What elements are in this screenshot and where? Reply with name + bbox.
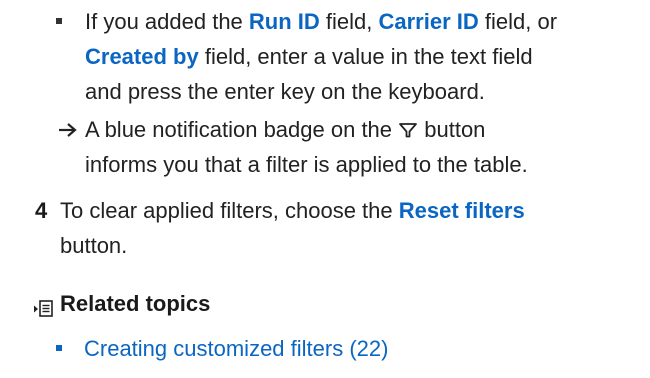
step-line-2: button. bbox=[60, 233, 128, 258]
filter-icon bbox=[398, 113, 418, 138]
step-line-1: To clear applied filters, choose the Res… bbox=[60, 198, 525, 223]
related-link-bullet bbox=[56, 331, 62, 366]
keyword-reset-filters: Reset filters bbox=[398, 198, 525, 223]
keyword-created-by: Created by bbox=[85, 44, 199, 69]
keyword-carrier-id: Carrier ID bbox=[378, 9, 479, 34]
bullet-line-2: Created by field, enter a value in the t… bbox=[85, 44, 533, 69]
result-note: A blue notification badge on the button … bbox=[58, 112, 650, 182]
keyword-run-id: Run ID bbox=[248, 9, 320, 34]
result-line-2: informs you that a filter is applied to … bbox=[85, 152, 528, 177]
arrow-right-icon bbox=[58, 112, 78, 157]
related-topics-header: Related topics bbox=[0, 286, 650, 321]
related-topics-list: Creating customized filters (22) bbox=[0, 331, 650, 366]
related-topics-icon bbox=[34, 294, 54, 329]
related-topics-heading: Related topics bbox=[60, 291, 211, 316]
step-4: 4 To clear applied filters, choose the R… bbox=[0, 193, 650, 263]
related-link-creating-customized-filters[interactable]: Creating customized filters (22) bbox=[84, 331, 388, 366]
result-line-1: A blue notification badge on the button bbox=[85, 112, 650, 147]
related-topics: Related topics Creating customized filte… bbox=[0, 286, 650, 366]
step-number: 4 bbox=[35, 198, 48, 223]
bullet-marker bbox=[56, 4, 62, 39]
bullet-line-3: and press the enter key on the keyboard. bbox=[85, 79, 485, 104]
bullet-line-1: If you added the Run ID field, Carrier I… bbox=[85, 9, 558, 34]
bullet-item-filter-fields: If you added the Run ID field, Carrier I… bbox=[56, 4, 650, 109]
